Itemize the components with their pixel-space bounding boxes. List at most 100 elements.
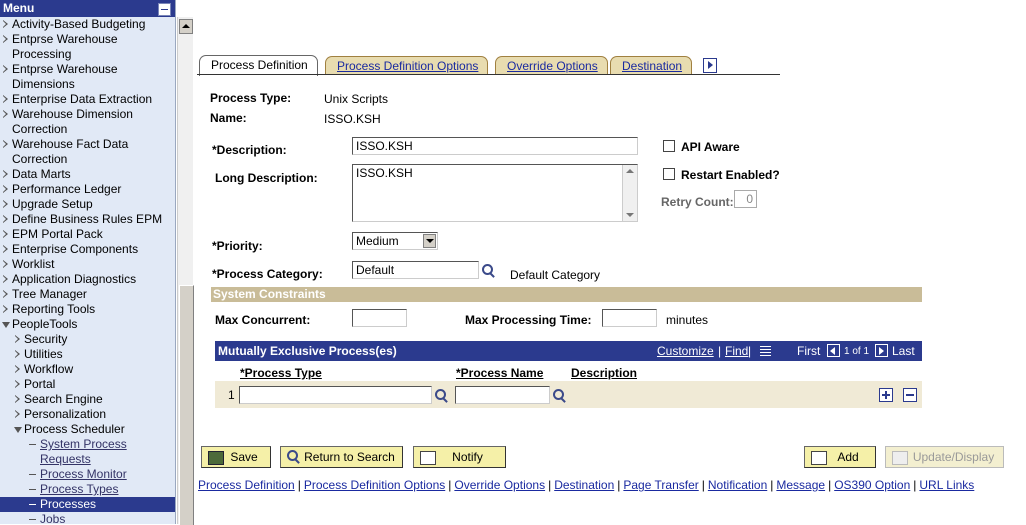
menu-item-tree-manager[interactable]: Tree Manager (0, 287, 175, 302)
menu-item-process-monitor[interactable]: Process Monitor (0, 467, 175, 482)
process-category-lookup-icon[interactable] (482, 264, 496, 278)
menu-item-portal[interactable]: Portal (0, 377, 175, 392)
menu-item-entprse-warehouse[interactable]: Entprse Warehouse (0, 32, 175, 47)
column-header-process-type[interactable]: *Process Type (240, 366, 322, 380)
expand-arrow-icon[interactable] (15, 380, 20, 388)
menu-item-define-business-rules-epm[interactable]: Define Business Rules EPM (0, 212, 175, 227)
find-link[interactable]: Find (725, 341, 748, 361)
expand-arrow-icon[interactable] (3, 170, 8, 178)
expand-arrow-icon[interactable] (3, 275, 8, 283)
menu-item-processes[interactable]: Processes (0, 497, 175, 512)
menu-item-workflow[interactable]: Workflow (0, 362, 175, 377)
collapse-arrow-icon[interactable] (2, 322, 10, 328)
menu-item-activity-based-budgeting[interactable]: Activity-Based Budgeting (0, 17, 175, 32)
column-header-process-name[interactable]: *Process Name (456, 366, 543, 380)
last-label[interactable]: Last (892, 341, 915, 361)
view-all-grid-icon[interactable] (760, 345, 771, 356)
collapse-menu-icon[interactable] (158, 3, 171, 16)
menu-item-correction[interactable]: Correction (0, 152, 175, 167)
process-type-field[interactable] (239, 386, 432, 404)
return-to-search-button[interactable]: Return to Search (280, 446, 403, 468)
expand-arrow-icon[interactable] (3, 20, 8, 28)
menu-item-worklist[interactable]: Worklist (0, 257, 175, 272)
long-description-field[interactable]: ISSO.KSH (352, 164, 638, 222)
description-field[interactable]: ISSO.KSH (352, 137, 638, 155)
max-concurrent-field[interactable] (352, 309, 407, 327)
menu-item-requests[interactable]: Requests (0, 452, 175, 467)
tab-override-options[interactable]: Override Options (495, 56, 608, 75)
menu-item-data-marts[interactable]: Data Marts (0, 167, 175, 182)
process-name-lookup-icon[interactable] (553, 389, 567, 403)
add-button[interactable]: Add (804, 446, 876, 468)
footer-link-process-definition[interactable]: Process Definition (198, 478, 295, 492)
expand-arrow-icon[interactable] (3, 290, 8, 298)
expand-arrow-icon[interactable] (3, 185, 8, 193)
menu-item-personalization[interactable]: Personalization (0, 407, 175, 422)
expand-arrow-icon[interactable] (3, 95, 8, 103)
footer-link-override-options[interactable]: Override Options (454, 478, 545, 492)
scroll-down-icon[interactable] (626, 213, 634, 217)
tab-process-definition[interactable]: Process Definition (199, 55, 318, 76)
restart-enabled-checkbox[interactable] (663, 168, 675, 180)
menu-item-epm-portal-pack[interactable]: EPM Portal Pack (0, 227, 175, 242)
expand-arrow-icon[interactable] (3, 65, 8, 73)
expand-arrow-icon[interactable] (3, 260, 8, 268)
expand-arrow-icon[interactable] (3, 35, 8, 43)
next-tab-arrow-icon[interactable] (703, 58, 717, 73)
menu-item-warehouse-dimension[interactable]: Warehouse Dimension (0, 107, 175, 122)
expand-arrow-icon[interactable] (3, 230, 8, 238)
menu-item-jobs[interactable]: Jobs (0, 512, 175, 524)
expand-arrow-icon[interactable] (15, 395, 20, 403)
previous-row-icon[interactable] (827, 344, 840, 357)
menu-item-peopletools[interactable]: PeopleTools (0, 317, 175, 332)
long-description-scrollbar[interactable] (622, 165, 637, 221)
menu-item-upgrade-setup[interactable]: Upgrade Setup (0, 197, 175, 212)
delete-row-icon[interactable] (903, 388, 917, 402)
expand-arrow-icon[interactable] (3, 140, 8, 148)
api-aware-checkbox[interactable] (663, 140, 675, 152)
next-row-icon[interactable] (875, 344, 888, 357)
menu-item-processing[interactable]: Processing (0, 47, 175, 62)
dropdown-arrow-icon[interactable] (423, 234, 436, 248)
customize-link[interactable]: Customize (657, 341, 714, 361)
menu-item-dimensions[interactable]: Dimensions (0, 77, 175, 92)
process-category-field[interactable]: Default (352, 261, 479, 279)
add-row-icon[interactable] (879, 388, 893, 402)
max-processing-time-field[interactable] (602, 309, 657, 327)
footer-link-page-transfer[interactable]: Page Transfer (623, 478, 698, 492)
tab-process-definition-options[interactable]: Process Definition Options (325, 56, 489, 75)
process-type-lookup-icon[interactable] (435, 389, 449, 403)
expand-arrow-icon[interactable] (3, 245, 8, 253)
priority-select[interactable]: Medium (352, 232, 438, 250)
expand-arrow-icon[interactable] (3, 305, 8, 313)
column-header-description[interactable]: Description (571, 366, 637, 380)
expand-arrow-icon[interactable] (3, 215, 8, 223)
expand-arrow-icon[interactable] (3, 110, 8, 118)
expand-arrow-icon[interactable] (3, 200, 8, 208)
menu-item-enterprise-components[interactable]: Enterprise Components (0, 242, 175, 257)
menu-item-correction[interactable]: Correction (0, 122, 175, 137)
footer-link-destination[interactable]: Destination (554, 478, 614, 492)
menu-item-system-process[interactable]: System Process (0, 437, 175, 452)
expand-arrow-icon[interactable] (15, 365, 20, 373)
footer-link-notification[interactable]: Notification (708, 478, 767, 492)
menu-item-entprse-warehouse[interactable]: Entprse Warehouse (0, 62, 175, 77)
footer-link-os390-option[interactable]: OS390 Option (834, 478, 910, 492)
menu-item-application-diagnostics[interactable]: Application Diagnostics (0, 272, 175, 287)
vertical-scrollbar[interactable] (177, 17, 194, 525)
menu-item-performance-ledger[interactable]: Performance Ledger (0, 182, 175, 197)
menu-item-enterprise-data-extraction[interactable]: Enterprise Data Extraction (0, 92, 175, 107)
expand-arrow-icon[interactable] (15, 335, 20, 343)
tab-destination[interactable]: Destination (610, 56, 693, 75)
first-label[interactable]: First (797, 341, 820, 361)
expand-arrow-icon[interactable] (15, 350, 20, 358)
footer-link-process-definition-options[interactable]: Process Definition Options (304, 478, 445, 492)
notify-button[interactable]: Notify (413, 446, 506, 468)
menu-item-utilities[interactable]: Utilities (0, 347, 175, 362)
expand-arrow-icon[interactable] (15, 410, 20, 418)
menu-item-reporting-tools[interactable]: Reporting Tools (0, 302, 175, 317)
menu-item-warehouse-fact-data[interactable]: Warehouse Fact Data (0, 137, 175, 152)
process-name-field[interactable] (455, 386, 550, 404)
footer-link-message[interactable]: Message (776, 478, 825, 492)
scroll-thumb[interactable] (179, 285, 194, 525)
